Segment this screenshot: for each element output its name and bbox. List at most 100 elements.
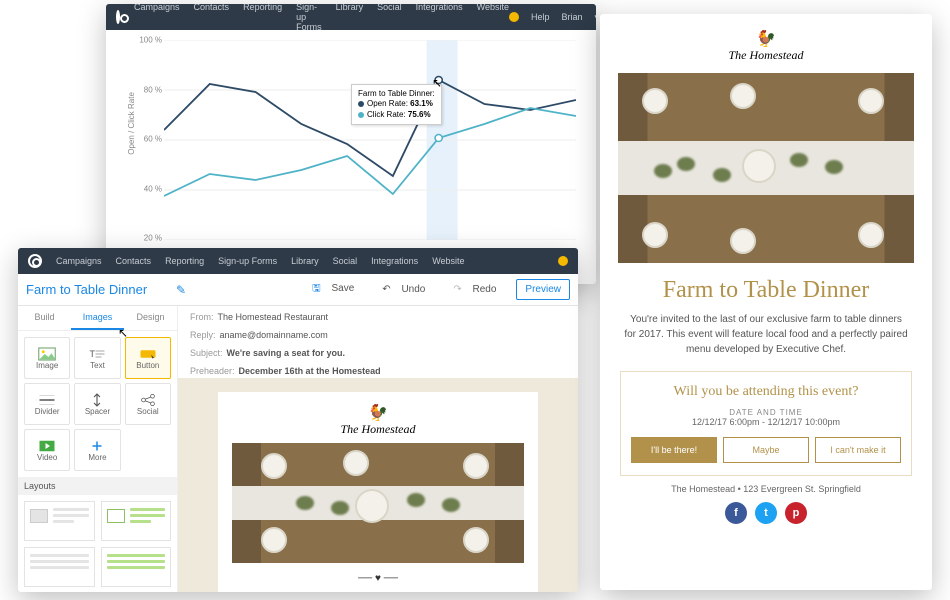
tooltip-open-label: Open Rate: — [367, 99, 408, 108]
notification-icon[interactable] — [509, 12, 519, 22]
email-body[interactable]: 🐓 The Homestead ── ♥ ── — [218, 392, 538, 592]
reply-label: Reply: — [190, 330, 216, 340]
tool-image[interactable]: Image — [24, 337, 70, 379]
nav-signup-forms[interactable]: Sign-up Forms — [296, 4, 322, 32]
layout-option[interactable] — [24, 547, 95, 587]
tick: 80 % — [144, 85, 162, 94]
divider-heart-icon: ── ♥ ── — [232, 573, 524, 584]
rooster-icon: 🐓 — [232, 406, 524, 422]
nav-library[interactable]: Library — [291, 256, 319, 266]
datetime-label: DATE AND TIME — [631, 408, 901, 417]
reporting-panel: Campaigns Contacts Reporting Sign-up For… — [106, 4, 596, 284]
nav-integrations[interactable]: Integrations — [416, 4, 463, 32]
tooltip-click-label: Click Rate: — [367, 110, 406, 119]
rsvp-question: Will you be attending this event? — [631, 384, 901, 400]
tick: 40 % — [144, 184, 162, 193]
undo-button[interactable]: ↶ Undo — [374, 280, 441, 299]
editor-area: From: The Homestead Restaurant Reply: anam… — [178, 306, 578, 592]
hero-image[interactable] — [232, 443, 524, 563]
builder-panel: Campaigns Contacts Reporting Sign-up For… — [18, 248, 578, 592]
top-nav: Campaigns Contacts Reporting Sign-up For… — [18, 248, 578, 274]
tool-divider[interactable]: Divider — [24, 383, 70, 425]
email-body-text: You're invited to the last of our exclus… — [618, 312, 914, 357]
layout-option[interactable] — [101, 547, 172, 587]
tool-more[interactable]: More — [74, 429, 120, 471]
nav-website[interactable]: Website — [477, 4, 509, 32]
nav-contacts[interactable]: Contacts — [194, 4, 230, 32]
social-links: f t p — [618, 502, 914, 524]
pinterest-icon[interactable]: p — [785, 502, 807, 524]
campaign-name[interactable]: Farm to Table Dinner — [26, 282, 147, 297]
chart-svg — [164, 40, 576, 240]
brand-name: The Homestead — [618, 48, 914, 63]
nav-contacts[interactable]: Contacts — [116, 256, 152, 266]
tooltip-click-value: 75.6% — [408, 110, 431, 119]
rsvp-no-button[interactable]: I can't make it — [815, 437, 901, 463]
layout-option[interactable] — [101, 501, 172, 541]
nav-reporting[interactable]: Reporting — [165, 256, 204, 266]
email-preview-panel: 🐓 The Homestead Farm to Table Dinner You… — [600, 14, 932, 590]
campaign-header: Farm to Table Dinner ✎ 🖫 Save ↶ Undo ↷ R… — [18, 274, 578, 306]
nav-links: Campaigns Contacts Reporting Sign-up For… — [134, 4, 509, 32]
twitter-icon[interactable]: t — [755, 502, 777, 524]
chevron-down-icon[interactable]: ▾ — [595, 12, 596, 23]
nav-website[interactable]: Website — [432, 256, 464, 266]
rsvp-yes-button[interactable]: I'll be there! — [631, 437, 717, 463]
save-button[interactable]: 🖫 Save — [304, 277, 370, 302]
sidebar: Build Images Design ↖ Image TText Button… — [18, 306, 178, 592]
nav-integrations[interactable]: Integrations — [371, 256, 418, 266]
brand-logo-icon[interactable] — [28, 254, 42, 268]
from-value[interactable]: The Homestead Restaurant — [218, 312, 329, 322]
sidebar-tabs: Build Images Design — [18, 306, 177, 331]
rsvp-block: Will you be attending this event? DATE A… — [620, 371, 912, 476]
preheader-label: Preheader: — [190, 366, 235, 376]
tooltip-open-value: 63.1% — [410, 99, 433, 108]
layouts-heading: Layouts — [18, 477, 177, 495]
facebook-icon[interactable]: f — [725, 502, 747, 524]
tab-build[interactable]: Build — [18, 306, 71, 330]
subject-label: Subject: — [190, 348, 223, 358]
tick: 100 % — [139, 36, 162, 45]
from-label: From: — [190, 312, 214, 322]
tool-social[interactable]: Social — [125, 383, 171, 425]
notification-icon[interactable] — [558, 256, 568, 266]
tab-images[interactable]: Images — [71, 306, 124, 330]
tool-button[interactable]: Button — [125, 337, 171, 379]
tab-design[interactable]: Design — [124, 306, 177, 330]
email-canvas[interactable]: 🐓 The Homestead ── ♥ ── — [178, 378, 578, 592]
redo-button[interactable]: ↷ Redo — [445, 280, 512, 299]
tool-text[interactable]: TText — [74, 337, 120, 379]
brand-name: The Homestead — [232, 422, 524, 437]
help-link[interactable]: Help — [531, 12, 550, 22]
tool-palette: Image TText Button Divider Spacer Social… — [18, 331, 177, 477]
rsvp-maybe-button[interactable]: Maybe — [723, 437, 809, 463]
hero-image — [618, 73, 914, 263]
datetime-value: 12/12/17 6:00pm - 12/12/17 10:00pm — [631, 417, 901, 427]
tick: 20 % — [144, 234, 162, 243]
nav-social[interactable]: Social — [377, 4, 402, 32]
preview-button[interactable]: Preview — [516, 279, 570, 300]
svg-text:T: T — [90, 349, 96, 359]
preheader-value[interactable]: December 16th at the Homestead — [239, 366, 381, 376]
nav-campaigns[interactable]: Campaigns — [134, 4, 180, 32]
open-click-chart[interactable]: Open / Click Rate 100 % 80 % 60 % 40 % 2… — [106, 30, 596, 258]
nav-social[interactable]: Social — [333, 256, 358, 266]
tool-spacer[interactable]: Spacer — [74, 383, 120, 425]
nav-library[interactable]: Library — [336, 4, 364, 32]
edit-name-icon[interactable]: ✎ — [176, 283, 186, 297]
tooltip-title: Farm to Table Dinner: — [358, 89, 435, 99]
tool-video[interactable]: Video — [24, 429, 70, 471]
brand-logo-icon[interactable] — [116, 10, 120, 24]
reply-value[interactable]: aname@domainname.com — [220, 330, 328, 340]
layout-option[interactable] — [24, 501, 95, 541]
y-axis-ticks: 100 % 80 % 60 % 40 % 20 % — [112, 40, 162, 238]
nav-reporting[interactable]: Reporting — [243, 4, 282, 32]
rooster-icon: 🐓 — [618, 32, 914, 48]
subject-value[interactable]: We're saving a seat for you. — [227, 348, 346, 358]
tick: 60 % — [144, 135, 162, 144]
nav-signup-forms[interactable]: Sign-up Forms — [218, 256, 277, 266]
layouts-list — [18, 495, 177, 592]
user-menu[interactable]: Brian — [562, 12, 583, 22]
nav-campaigns[interactable]: Campaigns — [56, 256, 102, 266]
top-nav: Campaigns Contacts Reporting Sign-up For… — [106, 4, 596, 30]
